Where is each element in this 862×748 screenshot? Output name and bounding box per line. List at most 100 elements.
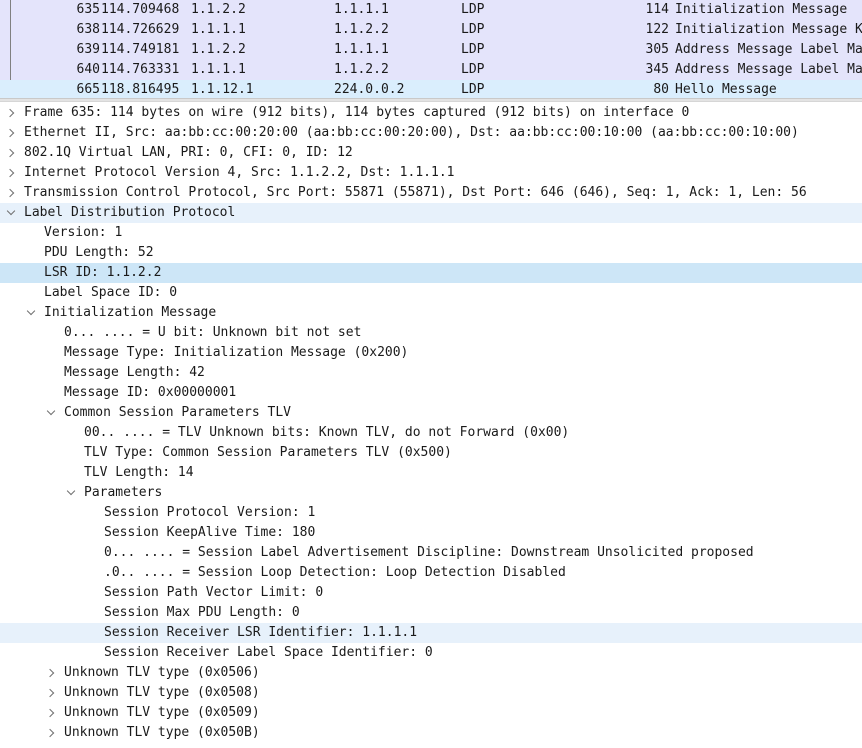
tree-item[interactable]: Message Length: 42 bbox=[0, 363, 862, 383]
tree-item-label: TLV Type: Common Session Parameters TLV … bbox=[84, 445, 452, 460]
tree-item[interactable]: Session Max PDU Length: 0 bbox=[0, 603, 862, 623]
tree-item-label: 802.1Q Virtual LAN, PRI: 0, CFI: 0, ID: … bbox=[24, 145, 353, 160]
tree-item-label: Version: 1 bbox=[44, 225, 123, 240]
expand-arrow-right-icon[interactable] bbox=[6, 183, 18, 203]
tree-item[interactable]: 0... .... = U bit: Unknown bit not set bbox=[0, 323, 862, 343]
tree-item-label: Unknown TLV type (0x0506) bbox=[64, 665, 260, 680]
packet-source: 1.1.2.2 bbox=[191, 42, 246, 57]
tree-item-label: PDU Length: 52 bbox=[44, 245, 154, 260]
tree-item[interactable]: Common Session Parameters TLV bbox=[0, 403, 862, 423]
tree-item[interactable]: Label Distribution Protocol bbox=[0, 203, 862, 223]
tree-item-label: Unknown TLV type (0x050B) bbox=[64, 725, 260, 740]
packet-source: 1.1.1.1 bbox=[191, 22, 246, 37]
packet-time: 114.726629 bbox=[101, 22, 180, 37]
packet-protocol: LDP bbox=[461, 42, 485, 57]
packet-row[interactable]: 639 114.749181 1.1.2.2 1.1.1.1 LDP 305 Address… bbox=[0, 40, 862, 60]
packet-length: 80 bbox=[653, 82, 669, 97]
tree-item[interactable]: Session KeepAlive Time: 180 bbox=[0, 523, 862, 543]
expand-arrow-right-icon[interactable] bbox=[46, 663, 58, 683]
expand-arrow-right-icon[interactable] bbox=[6, 123, 18, 143]
expand-arrow-right-icon[interactable] bbox=[6, 143, 18, 163]
tree-item-label: Message ID: 0x00000001 bbox=[64, 385, 237, 400]
tree-item-label: Session KeepAlive Time: 180 bbox=[104, 525, 316, 540]
expand-arrow-right-icon[interactable] bbox=[46, 723, 58, 743]
packet-protocol: LDP bbox=[461, 82, 485, 97]
tree-item[interactable]: PDU Length: 52 bbox=[0, 243, 862, 263]
tree-item[interactable]: Frame 635: 114 bytes on wire (912 bits),… bbox=[0, 103, 862, 123]
expand-arrow-right-icon[interactable] bbox=[6, 103, 18, 123]
packet-number: 639 bbox=[76, 42, 100, 57]
tree-item[interactable]: Initialization Message bbox=[0, 303, 862, 323]
expand-arrow-right-icon[interactable] bbox=[46, 683, 58, 703]
packet-source: 1.1.2.2 bbox=[191, 2, 246, 17]
tree-item-label: Parameters bbox=[84, 485, 163, 500]
tree-item[interactable]: TLV Type: Common Session Parameters TLV … bbox=[0, 443, 862, 463]
tree-item-label: Unknown TLV type (0x0509) bbox=[64, 705, 260, 720]
packet-time: 114.749181 bbox=[101, 42, 180, 57]
packet-destination: 1.1.1.1 bbox=[334, 42, 389, 57]
packet-length: 305 bbox=[645, 42, 669, 57]
expand-arrow-down-icon[interactable] bbox=[66, 483, 78, 503]
packet-time: 114.763331 bbox=[101, 62, 180, 77]
tree-item-label: Session Max PDU Length: 0 bbox=[104, 605, 300, 620]
packet-destination: 224.0.0.2 bbox=[334, 82, 405, 97]
tree-item[interactable]: LSR ID: 1.1.2.2 bbox=[0, 263, 862, 283]
tree-item-label: Frame 635: 114 bytes on wire (912 bits),… bbox=[24, 105, 690, 120]
tree-item[interactable]: Internet Protocol Version 4, Src: 1.1.2.… bbox=[0, 163, 862, 183]
packet-length: 114 bbox=[645, 2, 669, 17]
tree-item[interactable]: TLV Length: 14 bbox=[0, 463, 862, 483]
tree-item-label: TLV Length: 14 bbox=[84, 465, 194, 480]
tree-item[interactable]: .0.. .... = Session Loop Detection: Loop… bbox=[0, 563, 862, 583]
tree-item-label: Label Distribution Protocol bbox=[24, 205, 236, 220]
tree-item[interactable]: Unknown TLV type (0x0508) bbox=[0, 683, 862, 703]
packet-destination: 1.1.2.2 bbox=[334, 22, 389, 37]
tree-item[interactable]: Transmission Control Protocol, Src Port:… bbox=[0, 183, 862, 203]
expand-arrow-down-icon[interactable] bbox=[6, 203, 18, 223]
tree-item-label: Initialization Message bbox=[44, 305, 217, 320]
tree-item[interactable]: Session Protocol Version: 1 bbox=[0, 503, 862, 523]
expand-arrow-down-icon[interactable] bbox=[26, 303, 38, 323]
packet-list[interactable]: 635 114.709468 1.1.2.2 1.1.1.1 LDP 114 Initial… bbox=[0, 0, 862, 99]
expand-arrow-right-icon[interactable] bbox=[46, 703, 58, 723]
packet-row[interactable]: 638 114.726629 1.1.1.1 1.1.2.2 LDP 122 Initial… bbox=[0, 20, 862, 40]
tree-item[interactable]: Label Space ID: 0 bbox=[0, 283, 862, 303]
tree-item-label: Common Session Parameters TLV bbox=[64, 405, 291, 420]
packet-row[interactable]: 640 114.763331 1.1.1.1 1.1.2.2 LDP 345 Address… bbox=[0, 60, 862, 80]
packet-destination: 1.1.2.2 bbox=[334, 62, 389, 77]
pane-splitter[interactable] bbox=[0, 98, 862, 102]
tree-item-label: Internet Protocol Version 4, Src: 1.1.2.… bbox=[24, 165, 455, 180]
tree-item-label: 0... .... = U bit: Unknown bit not set bbox=[64, 325, 362, 340]
tree-item[interactable]: Ethernet II, Src: aa:bb:cc:00:20:00 (aa:… bbox=[0, 123, 862, 143]
tree-item-label: 00.. .... = TLV Unknown bits: Known TLV,… bbox=[84, 425, 570, 440]
packet-row[interactable]: 665 118.816495 1.1.12.1 224.0.0.2 LDP 80 Hello… bbox=[0, 80, 862, 99]
packet-number: 665 bbox=[76, 82, 100, 97]
packet-source: 1.1.12.1 bbox=[191, 82, 254, 97]
packet-protocol: LDP bbox=[461, 62, 485, 77]
tree-item[interactable]: 0... .... = Session Label Advertisement … bbox=[0, 543, 862, 563]
packet-time: 114.709468 bbox=[101, 2, 180, 17]
packet-row[interactable]: 635 114.709468 1.1.2.2 1.1.1.1 LDP 114 Initial… bbox=[0, 0, 862, 20]
tree-item[interactable]: Unknown TLV type (0x0506) bbox=[0, 663, 862, 683]
tree-item-label: Session Protocol Version: 1 bbox=[104, 505, 316, 520]
tree-item[interactable]: Parameters bbox=[0, 483, 862, 503]
tree-item[interactable]: 00.. .... = TLV Unknown bits: Known TLV,… bbox=[0, 423, 862, 443]
packet-details-tree[interactable]: Frame 635: 114 bytes on wire (912 bits),… bbox=[0, 103, 862, 748]
tree-item-label: Unknown TLV type (0x0508) bbox=[64, 685, 260, 700]
packet-info: Initialization Message K bbox=[675, 22, 862, 37]
tree-item[interactable]: Message ID: 0x00000001 bbox=[0, 383, 862, 403]
tree-item[interactable]: Unknown TLV type (0x050B) bbox=[0, 723, 862, 743]
tree-item[interactable]: Session Receiver LSR Identifier: 1.1.1.1 bbox=[0, 623, 862, 643]
tree-item[interactable]: 802.1Q Virtual LAN, PRI: 0, CFI: 0, ID: … bbox=[0, 143, 862, 163]
packet-info: Initialization Message bbox=[675, 2, 848, 17]
packet-number: 635 bbox=[76, 2, 100, 17]
expand-arrow-down-icon[interactable] bbox=[46, 403, 58, 423]
conversation-bracket bbox=[10, 0, 11, 80]
tree-item[interactable]: Session Path Vector Limit: 0 bbox=[0, 583, 862, 603]
expand-arrow-right-icon[interactable] bbox=[6, 163, 18, 183]
packet-number: 640 bbox=[76, 62, 100, 77]
tree-item-label: LSR ID: 1.1.2.2 bbox=[44, 265, 162, 280]
tree-item[interactable]: Unknown TLV type (0x0509) bbox=[0, 703, 862, 723]
tree-item[interactable]: Session Receiver Label Space Identifier:… bbox=[0, 643, 862, 663]
tree-item[interactable]: Message Type: Initialization Message (0x… bbox=[0, 343, 862, 363]
tree-item[interactable]: Version: 1 bbox=[0, 223, 862, 243]
